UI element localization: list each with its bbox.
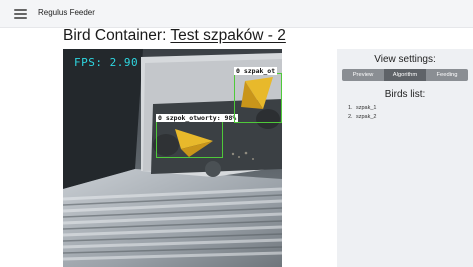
top-app-bar: Regulus Feeder [0, 0, 473, 28]
list-item-number: 1. [348, 105, 353, 111]
bird-name: szpak_1 [356, 105, 377, 111]
detection-box [156, 119, 223, 158]
container-name-link[interactable]: Test szpaków - 2 [170, 27, 285, 44]
app-title: Regulus Feeder [38, 8, 95, 17]
hamburger-menu-icon[interactable] [14, 9, 27, 19]
birds-list: 1. szpak_1 2. szpak_2 [348, 104, 377, 122]
view-tabs: Preview Algorithm Feeding [342, 69, 468, 81]
view-settings-panel: View settings: Preview Algorithm Feeding… [337, 49, 473, 267]
tab-preview[interactable]: Preview [342, 69, 384, 81]
bird-name: szpak_2 [356, 114, 377, 120]
list-item-number: 2. [348, 114, 353, 120]
page-title: Bird Container: Test szpaków - 2 [63, 27, 286, 45]
tab-algorithm[interactable]: Algorithm [384, 69, 426, 81]
birds-list-title: Birds list: [384, 89, 426, 100]
detection-label: 0 szpok_otworty: 98% [156, 114, 239, 122]
detection-label: 0 szpak_ot [234, 67, 278, 75]
detection-box [234, 73, 282, 123]
list-item[interactable]: 1. szpak_1 [348, 104, 377, 113]
tab-feeding[interactable]: Feeding [426, 69, 468, 81]
camera-feed: FPS: 2.90 0 szpok_otworty: 98% 0 szpak_o… [63, 49, 282, 267]
list-item[interactable]: 2. szpak_2 [348, 113, 377, 122]
fps-counter: FPS: 2.90 [74, 56, 139, 69]
page-title-prefix: Bird Container: [63, 27, 167, 44]
view-settings-title: View settings: [374, 54, 436, 65]
